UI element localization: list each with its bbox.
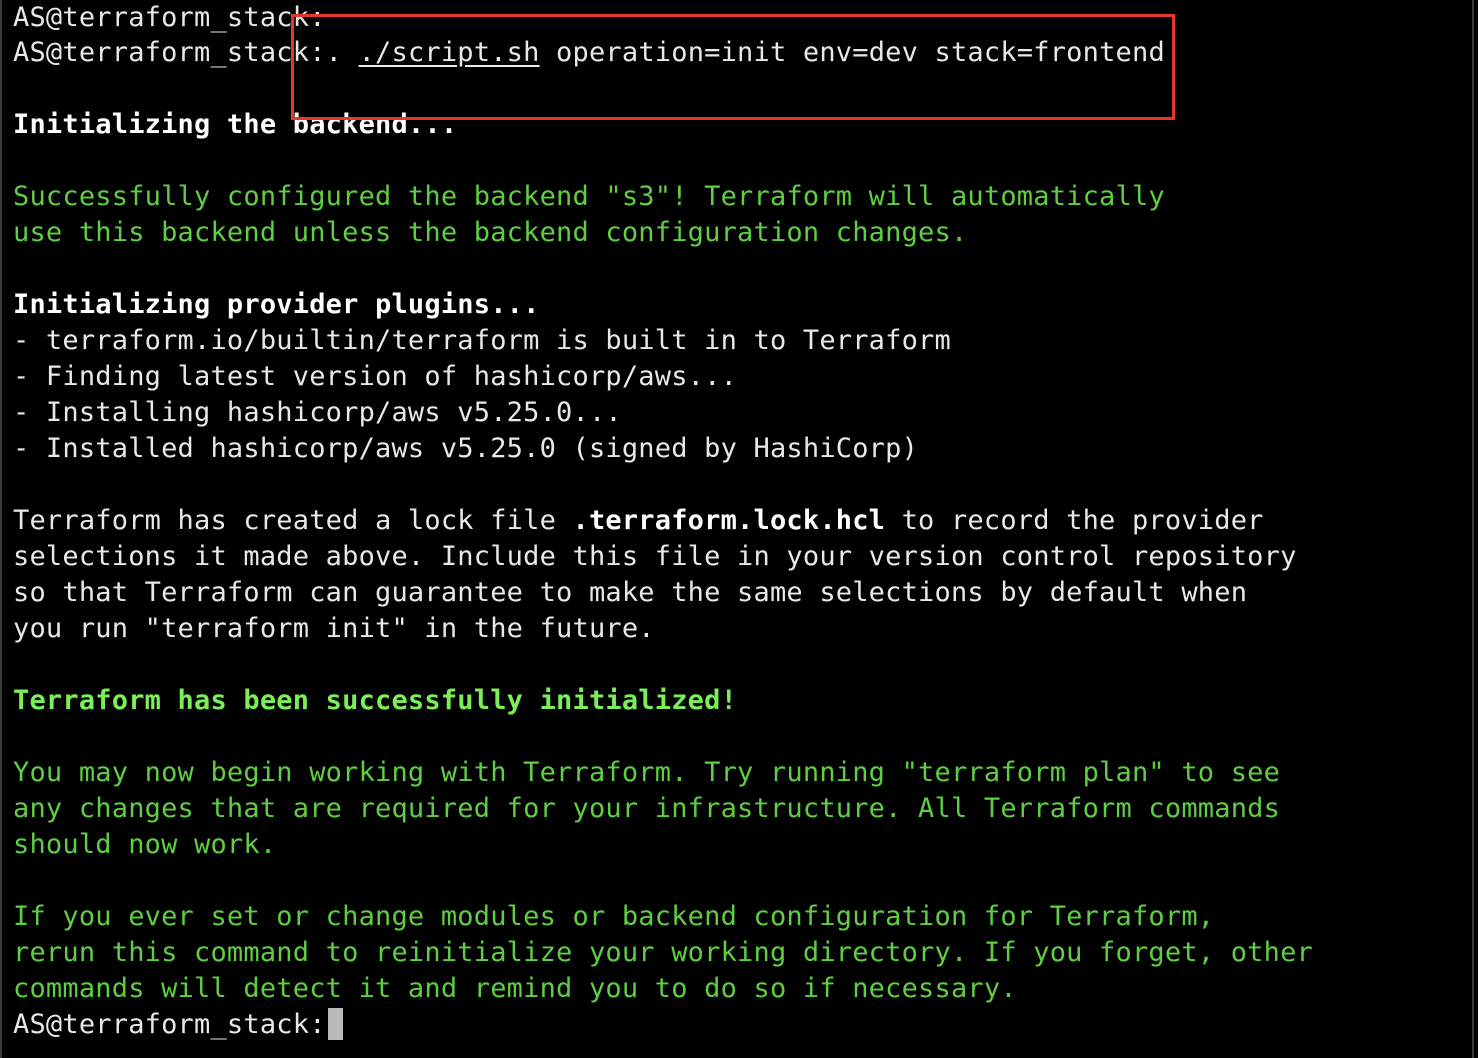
rerun-line: If you ever set or change modules or bac… [13,901,1215,932]
lock-text: Terraform has created a lock file [13,505,573,536]
final-prompt-line[interactable]: AS@terraform_stack: [13,1007,343,1043]
lock-file-line: selections it made above. Include this f… [13,541,1297,572]
lock-file-line: Terraform has created a lock file .terra… [13,503,1264,539]
prompt-text: AS@terraform_stack: [13,1009,326,1040]
backend-success-line: use this backend unless the backend conf… [13,217,968,248]
rerun-line: rerun this command to reinitialize your … [13,937,1313,968]
success-heading: Terraform has been successfully initiali… [13,685,738,716]
terminal-window[interactable]: AS@terraform_stack: AS@terraform_stack:.… [0,0,1474,1058]
next-steps-line: should now work. [13,829,277,860]
text-cursor [327,1008,343,1040]
lock-file-line: you run "terraform init" in the future. [13,613,655,644]
next-steps-line: You may now begin working with Terraform… [13,757,1281,788]
prompt-text: AS@terraform_stack: [13,2,326,33]
lock-file-name: .terraform.lock.hcl [572,505,886,536]
plugin-line: - Finding latest version of hashicorp/aw… [13,361,738,392]
lock-text: to record the provider [885,505,1264,536]
prompt-line: AS@terraform_stack: [13,0,326,36]
command-highlight-box [291,14,1175,120]
prompt-text: AS@terraform_stack: [13,37,326,68]
lock-file-line: so that Terraform can guarantee to make … [13,577,1248,608]
backend-success-line: Successfully configured the backend "s3"… [13,181,1165,212]
plugin-line: - Installing hashicorp/aws v5.25.0... [13,397,622,428]
plugin-line: - terraform.io/builtin/terraform is buil… [13,325,951,356]
next-steps-line: any changes that are required for your i… [13,793,1281,824]
plugin-line: - Installed hashicorp/aws v5.25.0 (signe… [13,433,919,464]
init-plugins-heading: Initializing provider plugins... [13,289,540,320]
rerun-line: commands will detect it and remind you t… [13,973,1017,1004]
